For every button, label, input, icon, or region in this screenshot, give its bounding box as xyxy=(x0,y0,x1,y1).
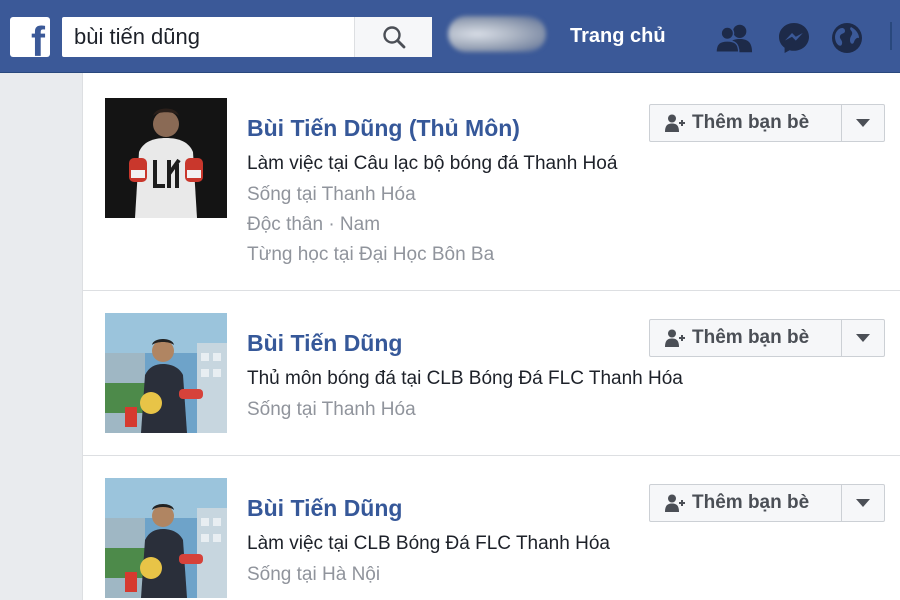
notifications-button[interactable] xyxy=(828,20,866,56)
avatar[interactable] xyxy=(105,313,227,433)
search-icon xyxy=(382,26,405,49)
result-location: Sống tại Hà Nội xyxy=(247,564,381,585)
search-button[interactable] xyxy=(354,17,432,57)
profile-photo-goalkeeper xyxy=(105,98,227,218)
add-friend-button[interactable]: Thêm bạn bè xyxy=(650,105,842,141)
result-location: Sống tại Thanh Hóa xyxy=(247,184,416,205)
more-options-button[interactable] xyxy=(842,320,884,356)
top-bar: f Trang chủ xyxy=(0,0,900,73)
add-friend-icon xyxy=(664,328,686,348)
friends-icon xyxy=(715,24,753,53)
messenger-icon xyxy=(779,23,809,53)
add-friend-group: Thêm bạn bè xyxy=(649,104,885,142)
more-options-button[interactable] xyxy=(842,485,884,521)
more-options-button[interactable] xyxy=(842,105,884,141)
result-item: Bùi Tiến Dũng Làm việc tại CLB Bóng Đá F… xyxy=(83,456,900,600)
add-friend-label: Thêm bạn bè xyxy=(692,112,810,133)
result-name-link[interactable]: Bùi Tiến Dũng xyxy=(247,495,402,522)
search-box xyxy=(62,17,432,57)
add-friend-label: Thêm bạn bè xyxy=(692,327,810,348)
avatar[interactable] xyxy=(105,98,227,218)
globe-icon xyxy=(832,23,862,53)
result-item: Bùi Tiến Dũng (Thủ Môn) Làm việc tại Câu… xyxy=(83,73,900,291)
profile-photo-goalkeeper xyxy=(105,313,227,433)
add-friend-group: Thêm bạn bè xyxy=(649,484,885,522)
caret-down-icon xyxy=(856,119,870,127)
result-education: Từng học tại Đại Học Bôn Ba xyxy=(247,244,495,265)
messenger-button[interactable] xyxy=(775,20,813,56)
add-friend-button[interactable]: Thêm bạn bè xyxy=(650,485,842,521)
friend-requests-button[interactable] xyxy=(715,20,753,56)
add-friend-icon xyxy=(664,493,686,513)
result-name-link[interactable]: Bùi Tiến Dũng (Thủ Môn) xyxy=(247,115,520,142)
home-link[interactable]: Trang chủ xyxy=(570,22,666,50)
profile-avatar-blurred[interactable] xyxy=(448,16,546,52)
add-friend-label: Thêm bạn bè xyxy=(692,492,810,513)
result-work: Thủ môn bóng đá tại CLB Bóng Đá FLC Than… xyxy=(247,368,683,389)
add-friend-icon xyxy=(664,113,686,133)
result-relationship: Độc thân · Nam xyxy=(247,214,381,235)
add-friend-group: Thêm bạn bè xyxy=(649,319,885,357)
profile-photo-goalkeeper xyxy=(105,478,227,598)
caret-down-icon xyxy=(856,334,870,342)
result-work: Làm việc tại CLB Bóng Đá FLC Thanh Hóa xyxy=(247,533,610,554)
result-item: Bùi Tiến Dũng Thủ môn bóng đá tại CLB Bó… xyxy=(83,291,900,456)
result-location: Sống tại Thanh Hóa xyxy=(247,399,416,420)
nav-separator xyxy=(890,22,892,50)
caret-down-icon xyxy=(856,499,870,507)
add-friend-button[interactable]: Thêm bạn bè xyxy=(650,320,842,356)
search-input[interactable] xyxy=(62,17,354,57)
search-results: Bùi Tiến Dũng (Thủ Môn) Làm việc tại Câu… xyxy=(82,73,900,600)
result-name-link[interactable]: Bùi Tiến Dũng xyxy=(247,330,402,357)
result-work: Làm việc tại Câu lạc bộ bóng đá Thanh Ho… xyxy=(247,153,618,174)
facebook-logo-icon[interactable]: f xyxy=(10,17,50,57)
avatar[interactable] xyxy=(105,478,227,598)
